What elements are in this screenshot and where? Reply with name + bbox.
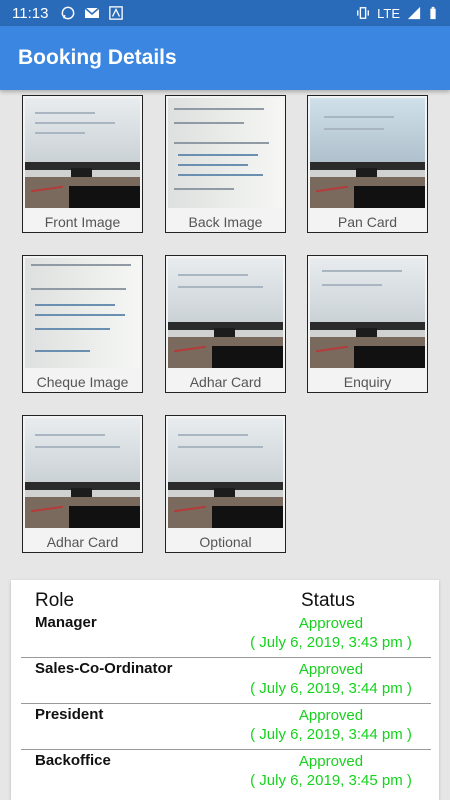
image-label: Adhar Card <box>189 374 262 390</box>
mail-icon <box>84 7 100 18</box>
battery-icon <box>430 6 436 20</box>
role-header: Role <box>35 590 75 611</box>
status-cell: Approved ( July 6, 2019, 3:44 pm ) <box>243 706 419 744</box>
back-image-thumbnail <box>168 98 283 208</box>
app-bar: Booking Details <box>0 26 450 90</box>
status-value: Approved <box>298 615 364 632</box>
system-icons: LTE <box>355 6 438 21</box>
image-label: Enquiry <box>343 374 392 390</box>
table-row: Manager Approved ( July 6, 2019, 3:43 pm… <box>11 614 439 660</box>
clock: 11:13 <box>12 4 49 22</box>
status-date: ( July 6, 2019, 3:43 pm ) <box>250 634 412 651</box>
status-date: ( July 6, 2019, 3:44 pm ) <box>250 726 412 743</box>
front-image-thumbnail <box>25 98 140 208</box>
image-tile-front[interactable]: Front Image <box>22 95 143 233</box>
row-divider <box>21 703 431 704</box>
network-label: LTE <box>377 5 400 21</box>
table-row: Sales-Co-Ordinator Approved ( July 6, 20… <box>11 660 439 706</box>
image-tile-cheque[interactable]: Cheque Image <box>22 255 143 393</box>
role-name: Sales-Co-Ordinator <box>35 660 173 677</box>
image-label: Front Image <box>44 214 121 230</box>
image-label: Cheque Image <box>36 374 129 390</box>
cheque-image-thumbnail <box>25 258 140 368</box>
optional-thumbnail <box>168 418 283 528</box>
image-tile-adhar-card-2[interactable]: Adhar Card <box>22 415 143 553</box>
image-tile-enquiry[interactable]: Enquiry <box>307 255 428 393</box>
signal-icon <box>407 6 421 20</box>
adhar-card-2-thumbnail <box>25 418 140 528</box>
whatsapp-icon <box>62 6 75 20</box>
row-divider <box>21 749 431 750</box>
status-bar: 11:13 LTE <box>0 0 450 26</box>
image-tile-optional[interactable]: Optional <box>165 415 286 553</box>
image-label: Optional <box>199 534 252 550</box>
approval-status-card: Role Status Manager Approved ( July 6, 2… <box>11 580 439 800</box>
adhar-card-thumbnail <box>168 258 283 368</box>
notification-icons <box>60 6 124 20</box>
status-cell: Approved ( July 6, 2019, 3:44 pm ) <box>243 660 419 698</box>
status-value: Approved <box>298 753 364 770</box>
image-tile-adhar-card[interactable]: Adhar Card <box>165 255 286 393</box>
status-value: Approved <box>298 707 364 724</box>
status-date: ( July 6, 2019, 3:44 pm ) <box>250 680 412 697</box>
enquiry-thumbnail <box>310 258 425 368</box>
status-cell: Approved ( July 6, 2019, 3:45 pm ) <box>243 752 419 790</box>
image-label: Pan Card <box>337 214 398 230</box>
role-name: Backoffice <box>35 752 111 769</box>
status-header: Status <box>301 590 355 611</box>
status-value: Approved <box>298 661 364 678</box>
role-name: President <box>35 706 104 723</box>
vibrate-icon <box>357 7 370 19</box>
image-tile-pan-card[interactable]: Pan Card <box>307 95 428 233</box>
table-row: Backoffice Approved ( July 6, 2019, 3:45… <box>11 752 439 798</box>
row-divider <box>21 657 431 658</box>
table-row: President Approved ( July 6, 2019, 3:44 … <box>11 706 439 752</box>
pan-card-thumbnail <box>310 98 425 208</box>
status-date: ( July 6, 2019, 3:45 pm ) <box>250 772 412 789</box>
role-name: Manager <box>35 614 97 631</box>
app-icon <box>109 6 124 20</box>
image-tile-back[interactable]: Back Image <box>165 95 286 233</box>
page-title: Booking Details <box>18 46 177 69</box>
image-label: Back Image <box>188 214 263 230</box>
image-label: Adhar Card <box>46 534 119 550</box>
status-cell: Approved ( July 6, 2019, 3:43 pm ) <box>243 614 419 652</box>
